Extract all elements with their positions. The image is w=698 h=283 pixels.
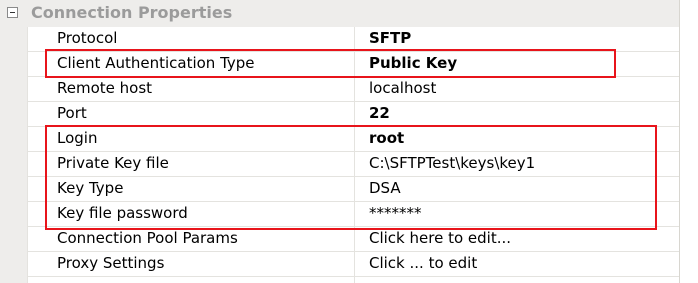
highlight-box-authentication — [45, 49, 616, 78]
property-value[interactable]: 22 — [369, 104, 390, 122]
category-label: Connection Properties — [31, 3, 233, 22]
grid-right-border — [679, 0, 680, 283]
property-name: Connection Pool Params — [57, 229, 238, 247]
collapse-icon[interactable] — [7, 7, 18, 18]
property-name: Proxy Settings — [57, 254, 165, 272]
property-name: Protocol — [57, 29, 118, 47]
property-value[interactable]: SFTP — [369, 29, 411, 47]
property-name: Remote host — [57, 79, 153, 97]
grid-margin-line — [27, 27, 28, 283]
category-header-connection-properties[interactable]: Connection Properties — [0, 0, 680, 27]
property-value[interactable]: Click ... to edit — [369, 254, 477, 272]
grid-left-margin — [0, 0, 28, 283]
property-grid: Connection Properties Protocol SFTP Clie… — [0, 0, 680, 283]
property-value[interactable]: localhost — [369, 79, 436, 97]
property-value[interactable]: Click here to edit... — [369, 229, 511, 247]
highlight-box-login-credentials — [45, 125, 657, 230]
property-name: Port — [57, 104, 87, 122]
